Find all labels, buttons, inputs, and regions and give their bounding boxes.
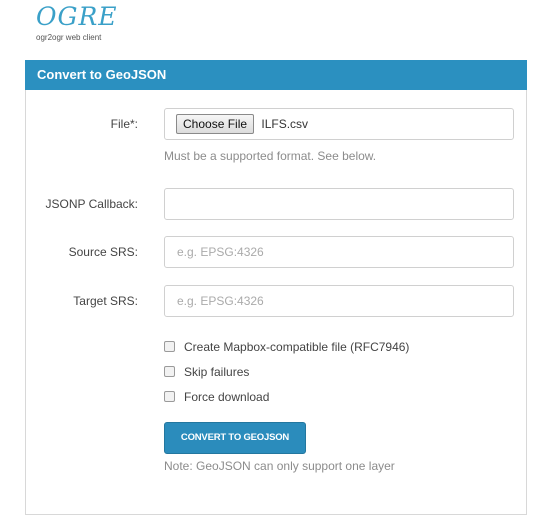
selected-file-name: ILFS.csv	[261, 117, 309, 131]
source-srs-label: Source SRS:	[68, 245, 138, 259]
skip-failures-checkbox-row[interactable]: Skip failures	[164, 364, 249, 380]
force-download-checkbox[interactable]	[164, 391, 175, 403]
logo: OGRE	[36, 2, 118, 31]
file-label: File*:	[110, 117, 138, 131]
mapbox-checkbox[interactable]	[164, 341, 175, 353]
geojson-note: Note: GeoJSON can only support one layer	[164, 459, 395, 473]
choose-file-button[interactable]: Choose File	[176, 114, 255, 134]
convert-to-geojson-button[interactable]: CONVERT TO GEOJSON	[164, 422, 306, 454]
brand: OGRE ogr2ogr web client	[36, 3, 118, 43]
skip-failures-checkbox[interactable]	[164, 366, 175, 378]
target-srs-label: Target SRS:	[73, 294, 138, 308]
skip-failures-label: Skip failures	[184, 365, 250, 379]
force-download-checkbox-row[interactable]: Force download	[164, 389, 269, 405]
tagline: ogr2ogr web client	[36, 33, 102, 42]
jsonp-callback-input[interactable]	[164, 188, 514, 220]
file-input[interactable]: Choose File ILFS.csv	[164, 108, 514, 140]
mapbox-checkbox-row[interactable]: Create Mapbox-compatible file (RFC7946)	[164, 339, 409, 355]
source-srs-input[interactable]: e.g. EPSG:4326	[164, 236, 514, 268]
panel-title: Convert to GeoJSON	[25, 60, 527, 90]
file-help-text: Must be a supported format. See below.	[164, 149, 377, 163]
jsonp-callback-label: JSONP Callback:	[45, 197, 138, 211]
force-download-label: Force download	[184, 390, 270, 404]
mapbox-checkbox-label: Create Mapbox-compatible file (RFC7946)	[184, 340, 410, 354]
convert-panel: Convert to GeoJSON File*: Choose File IL…	[25, 60, 527, 515]
target-srs-input[interactable]: e.g. EPSG:4326	[164, 285, 514, 317]
